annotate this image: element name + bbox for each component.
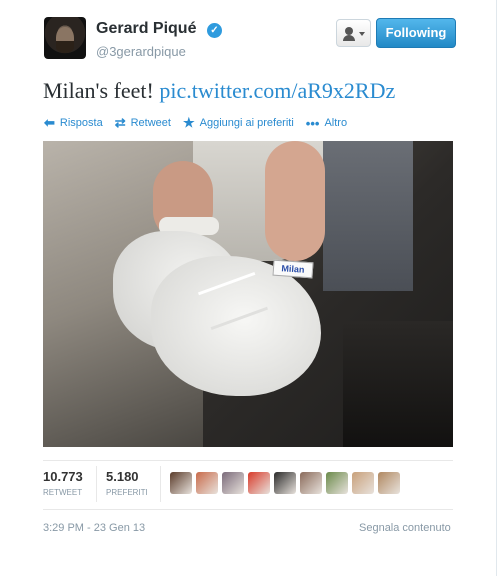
retweet-count-label: RETWEET [43, 488, 83, 497]
divider [96, 466, 97, 502]
divider [43, 509, 453, 510]
favorite-action[interactable]: ★ Aggiungi ai preferiti [183, 115, 294, 131]
avatar-beard [56, 41, 74, 53]
report-link[interactable]: Segnala contenuto [359, 522, 451, 534]
reply-label: Risposta [59, 117, 103, 129]
favoriter-avatar[interactable] [274, 472, 296, 494]
tweet-link[interactable]: pic.twitter.com/aR9x2RDz [159, 78, 395, 103]
favorite-count: 5.180 [106, 469, 139, 484]
favoriter-avatars [170, 472, 404, 494]
user-handle[interactable]: @3gerardpique [96, 44, 186, 59]
tweet-timestamp[interactable]: 3:29 PM - 23 Gen 13 [43, 522, 145, 534]
favoriter-avatar[interactable] [326, 472, 348, 494]
retweet-label: Retweet [130, 117, 171, 129]
favoriter-avatar[interactable] [300, 472, 322, 494]
user-avatar[interactable] [44, 17, 86, 59]
favoriter-avatar[interactable] [222, 472, 244, 494]
favorite-count-label: PREFERITI [106, 488, 148, 497]
divider [43, 460, 453, 461]
tweet-actions: ⬅ Risposta ⇄ Retweet ★ Aggiungi ai prefe… [44, 115, 359, 131]
star-icon: ★ [182, 115, 195, 130]
retweet-stat[interactable]: 10.773 RETWEET [43, 469, 83, 497]
favorite-label: Aggiungi ai preferiti [199, 117, 294, 129]
favoriter-avatar[interactable] [352, 472, 374, 494]
retweet-icon: ⇄ [114, 115, 126, 130]
tweet-card: Gerard Piqué ✓ @3gerardpique Following M… [0, 0, 497, 576]
person-body-icon [343, 35, 355, 41]
favoriter-avatar[interactable] [170, 472, 192, 494]
more-label: Altro [324, 117, 348, 129]
tweet-photo[interactable]: Milan [43, 141, 453, 447]
user-actions-button[interactable] [336, 19, 371, 47]
user-name[interactable]: Gerard Piqué [96, 20, 196, 38]
favoriter-avatar[interactable] [248, 472, 270, 494]
more-action[interactable]: ••• Altro [306, 116, 347, 131]
reply-icon: ⬅ [44, 115, 55, 130]
person-icon [345, 27, 353, 35]
retweet-action[interactable]: ⇄ Retweet [115, 115, 171, 131]
verified-icon: ✓ [207, 23, 222, 38]
photo-dark-fabric [343, 321, 453, 447]
caret-down-icon [359, 32, 365, 36]
reply-action[interactable]: ⬅ Risposta [44, 115, 103, 131]
favorite-stat[interactable]: 5.180 PREFERITI [106, 469, 148, 497]
more-icon: ••• [305, 115, 320, 131]
favoriter-avatar[interactable] [196, 472, 218, 494]
divider [160, 466, 161, 502]
photo-clothing-dark [323, 141, 413, 291]
photo-shoe-tag: Milan [272, 259, 314, 279]
tweet-text: Milan's feet! pic.twitter.com/aR9x2RDz [43, 78, 395, 104]
tweet-body: Milan's feet! [43, 78, 154, 103]
following-button[interactable]: Following [376, 18, 456, 48]
photo-right-leg [265, 141, 325, 261]
favoriter-avatar[interactable] [378, 472, 400, 494]
retweet-count: 10.773 [43, 469, 83, 484]
